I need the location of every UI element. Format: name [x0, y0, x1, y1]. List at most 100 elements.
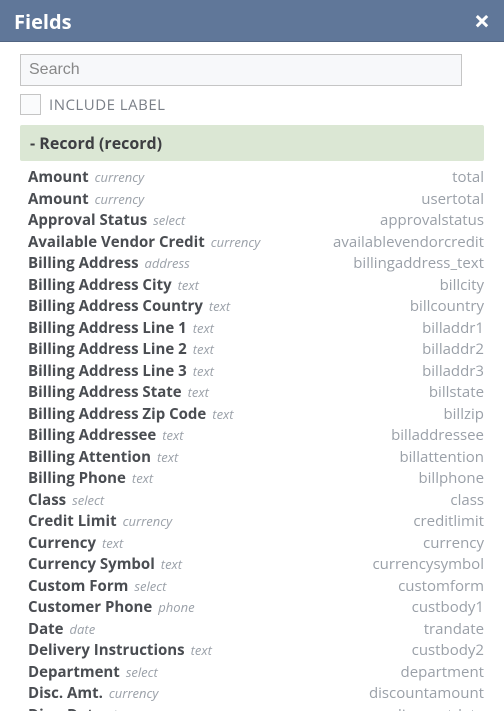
- field-id: creditlimit: [413, 511, 484, 531]
- field-row[interactable]: Department select department: [28, 662, 484, 684]
- field-type: text: [193, 319, 214, 337]
- field-type: text: [102, 534, 123, 552]
- field-row[interactable]: Billing Address Line 3textbilladdr3: [28, 361, 484, 383]
- field-row[interactable]: Billing Address Line 2textbilladdr2: [28, 339, 484, 361]
- field-type: select: [153, 211, 185, 229]
- field-row[interactable]: Currency Symboltextcurrencysymbol: [28, 554, 484, 576]
- field-id: billcity: [440, 275, 484, 295]
- field-row[interactable]: Amount currency usertotal: [28, 189, 484, 211]
- field-label: Approval Status: [28, 210, 147, 230]
- field-label: Billing Phone: [28, 468, 126, 488]
- field-type: currency: [95, 190, 145, 208]
- field-type: currency: [211, 233, 261, 251]
- field-label: Credit Limit: [28, 511, 117, 531]
- field-row[interactable]: Available Vendor Creditcurrencyavailable…: [28, 232, 484, 254]
- field-row[interactable]: Currency text currency: [28, 533, 484, 555]
- field-row[interactable]: Credit Limit currency creditlimit: [28, 511, 484, 533]
- fields-panel: Fields × INCLUDE LABEL - Record (record)…: [0, 0, 504, 711]
- field-id: billingaddress_text: [353, 253, 484, 273]
- field-id: currency: [423, 533, 484, 553]
- field-type: text: [212, 405, 233, 423]
- field-id: billzip: [443, 404, 484, 424]
- field-type: currency: [123, 512, 173, 530]
- field-label: Amount: [28, 189, 89, 209]
- field-type: phone: [158, 598, 194, 616]
- field-id: customform: [398, 576, 484, 596]
- field-label: Billing Address: [28, 253, 139, 273]
- field-row[interactable]: Billing Address Line 1textbilladdr1: [28, 318, 484, 340]
- field-type: text: [193, 340, 214, 358]
- field-row[interactable]: Datedatetrandate: [28, 619, 484, 641]
- field-type: text: [191, 641, 212, 659]
- group-header-title: - Record (record): [30, 132, 162, 154]
- field-row[interactable]: Delivery Instructions text custbody2: [28, 640, 484, 662]
- group-header[interactable]: - Record (record): [20, 125, 484, 161]
- field-id: custbody2: [412, 640, 484, 660]
- field-row[interactable]: Approval Status select approvalstatus: [28, 210, 484, 232]
- search-input[interactable]: [20, 54, 462, 86]
- field-row[interactable]: Billing Address Countrytextbillcountry: [28, 296, 484, 318]
- field-label: Currency Symbol: [28, 554, 155, 574]
- field-type: text: [157, 448, 178, 466]
- field-id: total: [452, 167, 484, 187]
- field-row[interactable]: Disc. Date date discountdate: [28, 705, 484, 711]
- field-id: billaddr3: [422, 361, 484, 381]
- field-label: Department: [28, 662, 120, 682]
- field-row[interactable]: Billing Addresseetextbilladdressee: [28, 425, 484, 447]
- field-id: billphone: [418, 468, 484, 488]
- field-type: text: [178, 276, 199, 294]
- field-label: Custom Form: [28, 576, 128, 596]
- field-type: text: [209, 297, 230, 315]
- include-label-checkbox[interactable]: [20, 94, 41, 115]
- field-row[interactable]: Custom Form select customform: [28, 576, 484, 598]
- field-type: date: [109, 706, 135, 711]
- field-row[interactable]: Customer Phonephonecustbody1: [28, 597, 484, 619]
- field-id: billstate: [429, 382, 484, 402]
- field-label: Currency: [28, 533, 96, 553]
- field-type: select: [72, 491, 104, 509]
- titlebar: Fields ×: [0, 0, 504, 42]
- field-label: Billing Attention: [28, 447, 151, 467]
- close-icon[interactable]: ×: [474, 7, 490, 35]
- field-label: Disc. Amt.: [28, 683, 103, 703]
- field-id: billattention: [399, 447, 484, 467]
- field-label: Amount: [28, 167, 89, 187]
- field-label: Billing Address Line 3: [28, 361, 187, 381]
- field-row[interactable]: Billing Attention text billattention: [28, 447, 484, 469]
- field-id: department: [401, 662, 484, 682]
- field-label: Customer Phone: [28, 597, 152, 617]
- field-label: Billing Address Line 2: [28, 339, 187, 359]
- field-list: AmountcurrencytotalAmountcurrencyusertot…: [0, 161, 504, 711]
- field-id: discountdate: [393, 705, 484, 711]
- field-id: class: [450, 490, 484, 510]
- field-label: Billing Address Line 1: [28, 318, 187, 338]
- field-type: text: [162, 426, 183, 444]
- field-row[interactable]: Class select class: [28, 490, 484, 512]
- field-label: Disc. Date: [28, 705, 103, 711]
- field-id: usertotal: [421, 189, 484, 209]
- field-id: availablevendorcredit: [333, 232, 484, 252]
- field-label: Delivery Instructions: [28, 640, 185, 660]
- field-row[interactable]: Billing Phonetextbillphone: [28, 468, 484, 490]
- field-type: text: [188, 383, 209, 401]
- field-label: Billing Address Zip Code: [28, 404, 206, 424]
- field-type: select: [126, 663, 158, 681]
- field-row[interactable]: Billing Address Zip Code text billzip: [28, 404, 484, 426]
- field-row[interactable]: Billing Address address billingaddress_tex…: [28, 253, 484, 275]
- field-label: Class: [28, 490, 66, 510]
- field-label: Billing Address City: [28, 275, 172, 295]
- field-type: select: [134, 577, 166, 595]
- field-id: currencysymbol: [372, 554, 484, 574]
- field-type: address: [145, 254, 190, 272]
- field-row[interactable]: Disc. Amt. currency discountamount: [28, 683, 484, 705]
- include-label-row: INCLUDE LABEL: [0, 90, 504, 125]
- toolbar: [0, 42, 504, 90]
- include-label-text: INCLUDE LABEL: [49, 95, 165, 115]
- field-row[interactable]: Amountcurrencytotal: [28, 167, 484, 189]
- field-id: discountamount: [369, 683, 484, 703]
- field-row[interactable]: Billing Address City text billcity: [28, 275, 484, 297]
- field-type: currency: [109, 684, 159, 702]
- field-id: approvalstatus: [380, 210, 484, 230]
- field-label: Billing Addressee: [28, 425, 156, 445]
- field-row[interactable]: Billing Address Statetextbillstate: [28, 382, 484, 404]
